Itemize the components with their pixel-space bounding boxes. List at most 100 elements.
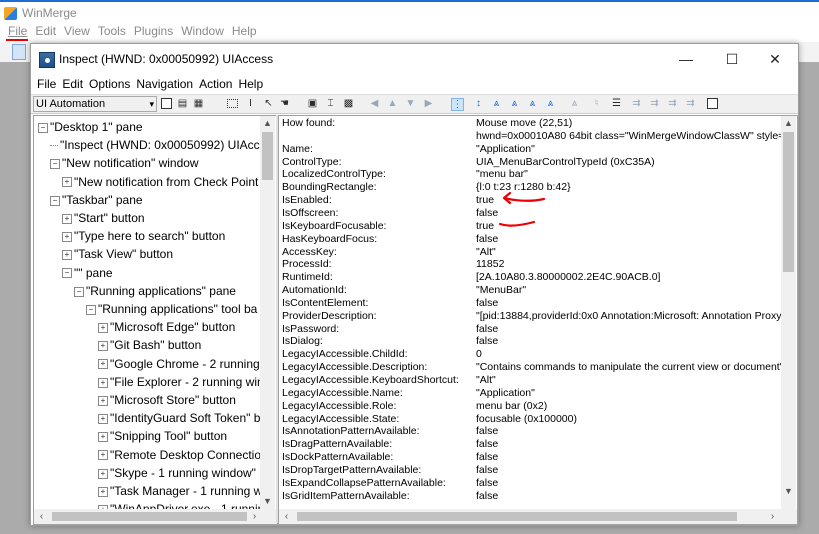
parent-icon[interactable]: ⩓ xyxy=(491,98,502,109)
properties-pane[interactable]: How found: Mouse move (22,51) hwnd=0x00010… xyxy=(278,115,798,525)
tree-icon[interactable]: ⋮ xyxy=(451,98,464,111)
tree-item[interactable]: + "IdentityGuard Soft Token" b xyxy=(98,409,260,427)
expand-icon[interactable]: + xyxy=(62,213,72,224)
property-row[interactable]: ProviderDescription: "[pid:13884,provider… xyxy=(279,310,782,323)
events-icon[interactable]: ▩ xyxy=(343,98,354,109)
tree-item[interactable]: − "Taskbar" pane xyxy=(50,191,143,209)
expand-icon[interactable]: + xyxy=(98,395,108,406)
property-row[interactable]: IsAnnotationPatternAvailable: false xyxy=(279,425,779,438)
close-button[interactable]: ✕ xyxy=(752,44,798,74)
expand-icon[interactable]: + xyxy=(98,377,108,388)
expand-icon[interactable]: + xyxy=(62,250,72,261)
property-row[interactable]: LocalizedControlType: "menu bar" xyxy=(279,168,779,181)
property-row[interactable]: IsExpandCollapsePatternAvailable: false xyxy=(279,477,779,490)
refresh-icon[interactable]: ⩓ xyxy=(569,98,580,109)
wm-menu-tools[interactable]: Tools xyxy=(98,24,126,38)
property-row[interactable]: LegacyIAccessible.Description: "Contains … xyxy=(279,361,783,374)
tree-item[interactable]: + "New notification from Check Point xyxy=(62,173,258,191)
tree-item[interactable]: + "Snipping Tool" button xyxy=(98,427,227,445)
tree-item[interactable]: + "File Explorer - 2 running win xyxy=(98,373,264,391)
scroll-left-icon[interactable]: ‹ xyxy=(34,509,49,524)
property-row[interactable]: RuntimeId: [2A.10A80.3.80000002.2E4C.90AC… xyxy=(279,271,779,284)
wm-menu-view[interactable]: View xyxy=(64,24,90,38)
tree-item[interactable]: − "Running applications" pane xyxy=(74,282,236,300)
tree-item[interactable]: + "Google Chrome - 2 running xyxy=(98,355,260,373)
scroll-right-icon[interactable]: › xyxy=(765,509,780,524)
expand-icon[interactable]: + xyxy=(98,486,108,497)
prop-hscroll[interactable]: ‹ › xyxy=(279,509,797,524)
copy-icon[interactable] xyxy=(161,98,172,109)
property-row[interactable]: How found: Mouse move (22,51) xyxy=(279,117,779,130)
tree-item[interactable]: + "Type here to search" button xyxy=(62,227,225,245)
expand-icon[interactable]: + xyxy=(98,359,108,370)
text-cursor-icon[interactable]: I xyxy=(245,98,256,109)
pointer-icon[interactable]: ↖ xyxy=(263,98,274,109)
wm-menu-window[interactable]: Window xyxy=(181,24,224,38)
wm-menu-file[interactable]: File xyxy=(8,24,27,38)
tree-item[interactable]: − "New notification" window xyxy=(50,154,199,172)
expand-icon[interactable]: + xyxy=(98,432,108,443)
menu-options[interactable]: Options xyxy=(89,77,130,91)
expand-icon[interactable]: + xyxy=(98,323,108,334)
collapse-icon[interactable]: − xyxy=(50,159,60,170)
window-icon[interactable] xyxy=(707,98,718,109)
property-row[interactable]: LegacyIAccessible.ChildId: 0 xyxy=(279,348,779,361)
caret-icon[interactable]: ⌶ xyxy=(325,98,336,109)
property-row[interactable]: LegacyIAccessible.Role: menu bar (0x2) xyxy=(279,400,779,413)
property-row[interactable]: hwnd=0x00010A80 64bit class="WinMergeWin… xyxy=(279,130,790,143)
properties-icon[interactable]: ☰ xyxy=(611,98,622,109)
scroll-right-icon[interactable]: › xyxy=(247,509,262,524)
collapse-icon[interactable]: ⇉ xyxy=(667,98,678,109)
tree-item[interactable]: − "" pane xyxy=(62,264,113,282)
tree-pane[interactable]: − "Desktop 1" pane "Inspect (HWND: 0x00050… xyxy=(33,115,278,525)
expand-icon[interactable]: + xyxy=(98,341,108,352)
menu-help[interactable]: Help xyxy=(238,77,263,91)
property-row[interactable]: IsDropTargetPatternAvailable: false xyxy=(279,464,779,477)
filter-icon[interactable]: ⇉ xyxy=(631,98,642,109)
nav-up-icon[interactable]: ▲ xyxy=(387,98,398,109)
mode-select[interactable]: UI Automation ▾ xyxy=(33,96,157,112)
export-icon[interactable]: ⇉ xyxy=(685,98,696,109)
property-row[interactable]: IsDockPatternAvailable: false xyxy=(279,451,779,464)
maximize-button[interactable]: ☐ xyxy=(709,44,755,74)
highlight-rect-icon[interactable] xyxy=(227,99,238,108)
tree-item[interactable]: + "Git Bash" button xyxy=(98,336,201,354)
property-row[interactable]: LegacyIAccessible.State: focusable (0x100… xyxy=(279,413,779,426)
nav-right-icon[interactable]: ▶ xyxy=(423,98,434,109)
first-icon[interactable]: ⩓ xyxy=(527,98,538,109)
property-row[interactable]: ProcessId: 11852 xyxy=(279,258,779,271)
sibling-icon[interactable]: ⩓ xyxy=(509,98,520,109)
scroll-down-icon[interactable]: ▼ xyxy=(260,494,275,509)
property-row[interactable]: IsPassword: false xyxy=(279,323,779,336)
expand-icon[interactable]: + xyxy=(98,468,108,479)
property-row[interactable]: Name: "Application" xyxy=(279,143,779,156)
wm-menu-edit[interactable]: Edit xyxy=(35,24,56,38)
collapse-icon[interactable]: − xyxy=(62,268,72,279)
tree-item[interactable]: + "Remote Desktop Connectio xyxy=(98,446,261,464)
property-row[interactable]: IsContentElement: false xyxy=(279,297,779,310)
tree-item[interactable]: + "Start" button xyxy=(62,209,145,227)
new-document-icon[interactable] xyxy=(12,44,26,60)
property-row[interactable]: HasKeyboardFocus: false xyxy=(279,233,779,246)
expand-icon[interactable]: ⇉ xyxy=(649,98,660,109)
expand-icon[interactable]: + xyxy=(98,414,108,425)
nav-left-icon[interactable]: ◀ xyxy=(369,98,380,109)
scroll-up-icon[interactable]: ▲ xyxy=(781,116,796,131)
expand-icon[interactable]: + xyxy=(98,450,108,461)
property-row[interactable]: IsDialog: false xyxy=(279,335,779,348)
expand-icon[interactable]: + xyxy=(62,177,72,188)
nav-down-icon[interactable]: ▼ xyxy=(405,98,416,109)
prop-vscroll[interactable]: ▲ ▼ xyxy=(781,116,796,509)
expand-icon[interactable]: + xyxy=(62,232,72,243)
property-row[interactable]: LegacyIAccessible.Name: "Application" xyxy=(279,387,779,400)
scroll-up-icon[interactable]: ▲ xyxy=(260,116,275,131)
prop-hscroll-thumb[interactable] xyxy=(297,512,737,521)
menu-action[interactable]: Action xyxy=(199,77,232,91)
focus-rect-icon[interactable]: ▣ xyxy=(307,98,318,109)
property-row[interactable]: IsGridItemPatternAvailable: false xyxy=(279,490,779,503)
minimize-button[interactable]: — xyxy=(663,44,709,74)
collapse-icon[interactable]: − xyxy=(86,304,96,315)
paste-icon[interactable]: ▤ xyxy=(177,98,188,109)
scroll-down-icon[interactable]: ▼ xyxy=(781,484,796,499)
tree-item[interactable]: + "Microsoft Store" button xyxy=(98,391,236,409)
